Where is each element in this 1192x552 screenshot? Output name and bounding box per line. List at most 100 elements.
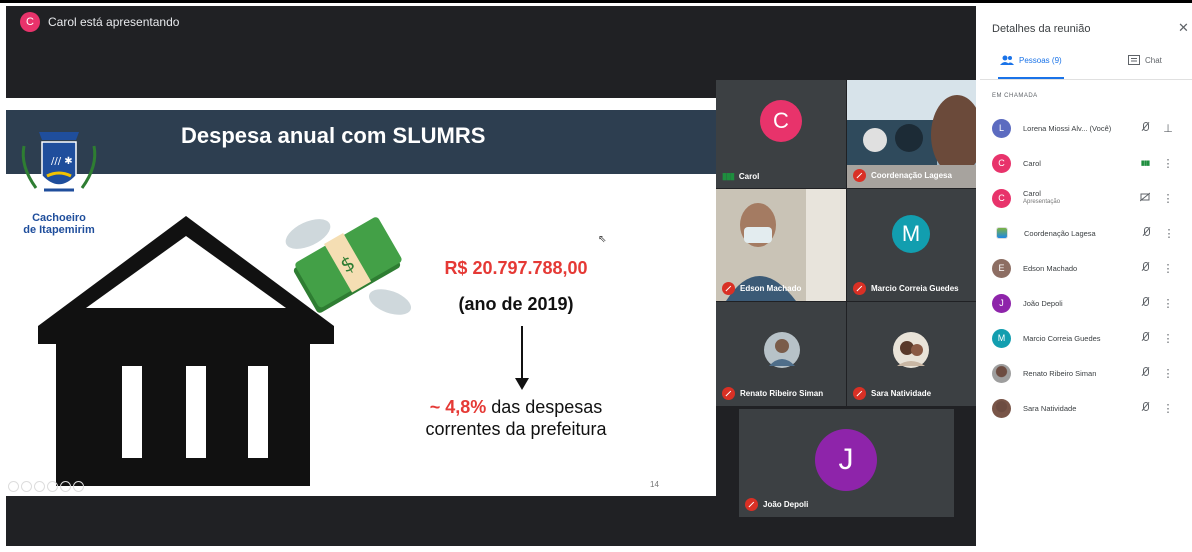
participant-name: Renato Ribeiro Siman xyxy=(1023,368,1097,378)
zoom-icon[interactable] xyxy=(60,481,71,492)
participant-name: Lorena Miossi Alv... (Você) xyxy=(1023,123,1112,133)
participant-row[interactable]: Sara Natividade ⋮ xyxy=(992,393,1187,423)
prev-slide-icon[interactable] xyxy=(21,481,32,492)
speaking-icon: ▮▮▮ xyxy=(722,171,735,181)
expense-amount: R$ 20.797.788,00 xyxy=(444,258,588,278)
participant-avatar xyxy=(996,227,1008,239)
tile-sara[interactable]: Sara Natividade xyxy=(847,302,976,406)
meeting-details-panel: Detalhes da reunião ✕ Pessoas (9) Chat E… xyxy=(980,3,1192,552)
pin-icon[interactable]: ⊥ xyxy=(1155,122,1181,135)
participant-avatar xyxy=(992,398,1011,418)
participant-row[interactable]: J João Depoli ⋮ xyxy=(992,288,1187,318)
city-crest-logo: /// ✱ xyxy=(21,132,97,192)
mic-off-icon[interactable] xyxy=(1135,122,1155,134)
mic-off-icon xyxy=(853,282,866,295)
svg-text:/// ✱: /// ✱ xyxy=(51,156,73,167)
tile-marcio[interactable]: M Marcio Correia Guedes xyxy=(847,189,976,301)
mic-off-icon[interactable] xyxy=(1135,332,1155,344)
tile-joao-avatar: J xyxy=(815,429,877,491)
participant-name: Coordenação Lagesa xyxy=(1024,228,1096,238)
chat-icon xyxy=(1128,55,1140,65)
percentage-text-1: das despesas xyxy=(486,397,603,417)
tile-renato[interactable]: Renato Ribeiro Siman xyxy=(716,302,846,406)
more-icon[interactable] xyxy=(73,481,84,492)
participant-name-block: Coordenação Lagesa xyxy=(1024,229,1136,238)
percentage-text-2: correntes da prefeitura xyxy=(425,419,607,439)
mic-off-icon[interactable] xyxy=(1135,262,1155,274)
participant-name-block: Lorena Miossi Alv... (Você) xyxy=(1023,124,1135,133)
tile-carol-name: Carol xyxy=(738,172,760,181)
section-in-call: EM CHAMADA xyxy=(992,93,1038,99)
stop-presenting-icon[interactable] xyxy=(1135,192,1155,204)
presenter-text: Carol está apresentando xyxy=(48,15,180,29)
participant-avatar xyxy=(992,363,1011,383)
more-options-icon[interactable]: ⋮ xyxy=(1156,227,1182,240)
mic-off-icon xyxy=(722,387,735,400)
participant-avatar: C xyxy=(992,153,1011,173)
speaking-icon[interactable]: ▮▮▮ xyxy=(1135,159,1155,167)
participant-name: Marcio Correia Guedes xyxy=(1023,333,1101,343)
panel-title: Detalhes da reunião xyxy=(992,23,1091,35)
slide-page-number: 14 xyxy=(650,480,659,489)
meet-window: C Carol está apresentando Despesa anual … xyxy=(0,0,1192,552)
tile-renato-name: Renato Ribeiro Siman xyxy=(740,389,824,398)
participant-row[interactable]: Coordenação Lagesa ⋮ xyxy=(992,218,1187,248)
more-options-icon[interactable]: ⋮ xyxy=(1155,402,1181,415)
participant-name: Sara Natividade xyxy=(1023,403,1077,413)
participant-name: Edson Machado xyxy=(1023,263,1078,273)
more-options-icon[interactable]: ⋮ xyxy=(1155,192,1181,205)
participant-row[interactable]: L Lorena Miossi Alv... (Você) ⊥ xyxy=(992,113,1187,143)
presenter-banner: C Carol está apresentando xyxy=(20,12,179,32)
tile-sara-avatar xyxy=(893,332,929,368)
tile-joao[interactable]: J João Depoli xyxy=(739,409,954,517)
participant-avatar: E xyxy=(992,258,1011,278)
tile-coordenacao-label: Coordenação Lagesa xyxy=(853,169,952,182)
tile-coordenacao[interactable]: Coordenação Lagesa xyxy=(847,80,976,188)
mic-off-icon[interactable] xyxy=(1136,227,1156,239)
slide-controls[interactable] xyxy=(8,481,84,492)
presenter-avatar: C xyxy=(20,12,40,32)
more-options-icon[interactable]: ⋮ xyxy=(1155,262,1181,275)
participant-name-block: Carol Apresentação xyxy=(1023,189,1135,207)
more-options-icon[interactable]: ⋮ xyxy=(1155,157,1181,170)
tile-joao-name: João Depoli xyxy=(763,500,809,509)
mouse-cursor-icon: ⇖ xyxy=(598,234,607,245)
down-arrow-icon xyxy=(515,326,529,390)
more-options-icon[interactable]: ⋮ xyxy=(1155,297,1181,310)
more-options-icon[interactable]: ⋮ xyxy=(1155,332,1181,345)
participant-avatar: M xyxy=(992,328,1011,348)
participant-name-block: João Depoli xyxy=(1023,299,1135,308)
pen-icon[interactable] xyxy=(34,481,45,492)
tile-sara-name: Sara Natividade xyxy=(871,389,932,398)
participant-name-block: Renato Ribeiro Siman xyxy=(1023,369,1135,378)
participant-name-block: Edson Machado xyxy=(1023,264,1135,273)
tab-chat[interactable]: Chat xyxy=(1128,55,1162,65)
tile-carol[interactable]: C ▮▮▮ Carol xyxy=(716,80,846,188)
presentation-slide: Despesa anual com SLUMRS /// ✱ Cachoeiro… xyxy=(6,98,716,496)
participant-row[interactable]: C Carol ▮▮▮ ⋮ xyxy=(992,148,1187,178)
tile-sara-label: Sara Natividade xyxy=(853,387,931,400)
close-icon[interactable]: ✕ xyxy=(1178,20,1189,36)
mic-off-icon[interactable] xyxy=(1135,402,1155,414)
home-icon[interactable] xyxy=(47,481,58,492)
mic-off-icon[interactable] xyxy=(1135,367,1155,379)
participant-name-block: Carol xyxy=(1023,159,1135,168)
participant-row[interactable]: Renato Ribeiro Siman ⋮ xyxy=(992,358,1187,388)
tile-carol-label: ▮▮▮ Carol xyxy=(722,171,759,182)
tile-renato-label: Renato Ribeiro Siman xyxy=(722,387,823,400)
more-options-icon[interactable]: ⋮ xyxy=(1155,367,1181,380)
first-slide-icon[interactable] xyxy=(8,481,19,492)
people-icon xyxy=(1000,55,1014,65)
tile-joao-label: João Depoli xyxy=(745,498,808,511)
participant-row[interactable]: E Edson Machado ⋮ xyxy=(992,253,1187,283)
mic-off-icon[interactable] xyxy=(1135,297,1155,309)
panel-divider xyxy=(980,79,1192,80)
participant-row[interactable]: M Marcio Correia Guedes ⋮ xyxy=(992,323,1187,353)
participant-row[interactable]: C Carol Apresentação ⋮ xyxy=(992,183,1187,213)
flying-money-icon: $ xyxy=(285,217,412,315)
participant-avatar: C xyxy=(992,188,1011,208)
tile-edson[interactable]: Edson Machado xyxy=(716,189,846,301)
tile-renato-avatar xyxy=(764,332,800,368)
tab-people[interactable]: Pessoas (9) xyxy=(1000,55,1062,65)
tile-coordenacao-name: Coordenação Lagesa xyxy=(871,171,952,180)
